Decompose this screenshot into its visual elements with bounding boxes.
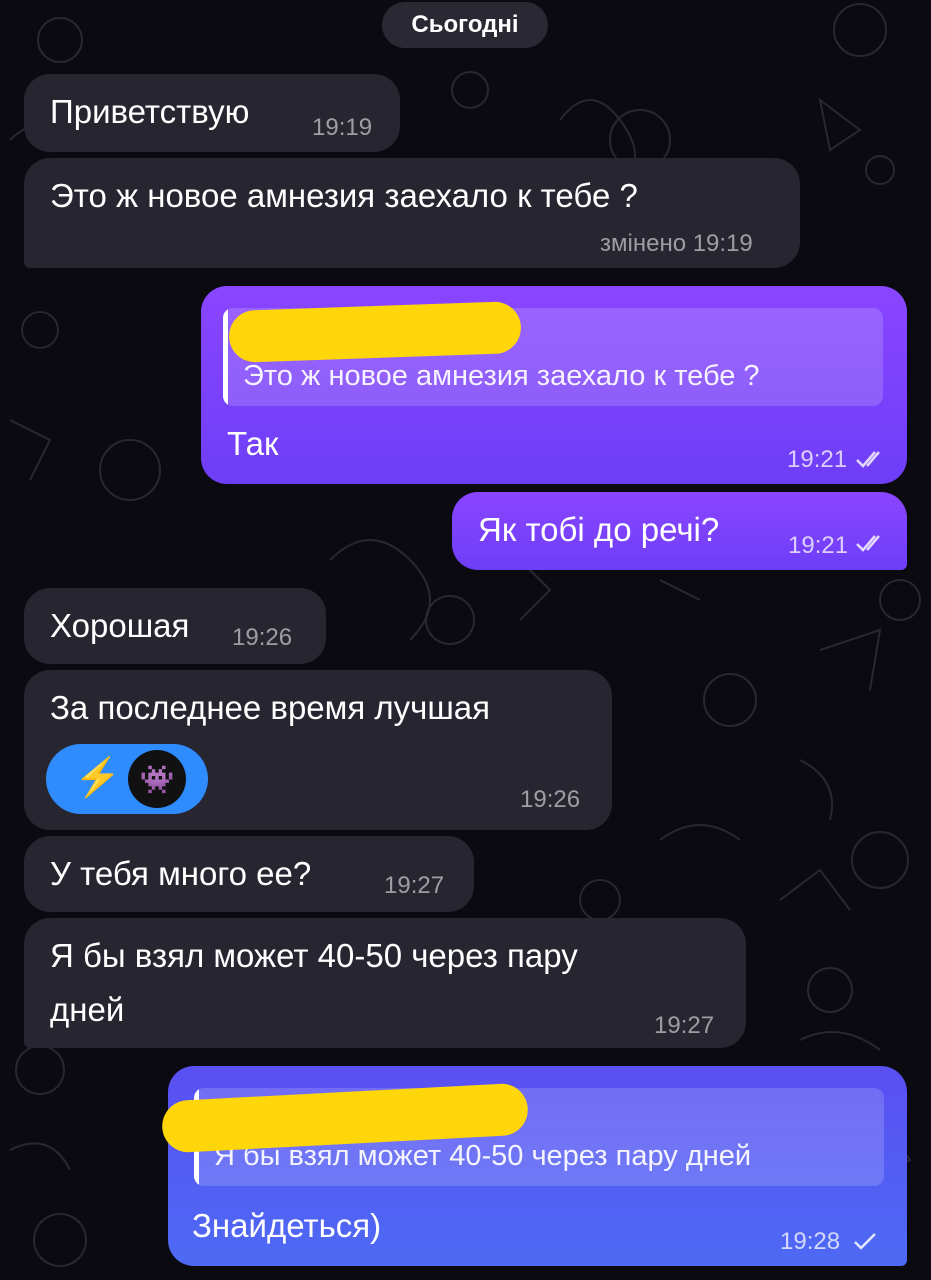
- outgoing-message[interactable]: Это ж новое амнезия заехало к тебе ? Так…: [201, 286, 907, 484]
- double-check-icon: [856, 535, 880, 552]
- message-text: Як тобі до речі?: [478, 511, 720, 548]
- message-text: У тебя много ее?: [50, 855, 312, 892]
- space-invader-icon: 👾: [139, 763, 175, 795]
- message-time: 19:28: [780, 1228, 841, 1255]
- reaction-pill[interactable]: ⚡ 👾: [46, 744, 208, 814]
- single-check-icon: [854, 1233, 876, 1250]
- incoming-message[interactable]: У тебя много ее? 19:27: [24, 836, 474, 912]
- message-edited-time: змінено 19:19: [600, 230, 753, 257]
- message-time: 19:19: [312, 114, 373, 141]
- date-separator: Сьогодні: [382, 2, 548, 48]
- message-text: Это ж новое амнезия заехало к тебе ?: [50, 177, 638, 214]
- message-time: 19:21: [787, 446, 848, 473]
- lightning-icon: ⚡: [74, 757, 122, 799]
- redaction-mark: [228, 300, 522, 364]
- message-text-line: Я бы взял может 40-50 через пару: [50, 937, 578, 974]
- double-check-icon: [856, 451, 880, 468]
- message-text: Приветствую: [50, 93, 250, 130]
- message-text-line: дней: [50, 991, 125, 1028]
- avatar: 👾: [128, 750, 186, 808]
- message-time: 19:26: [520, 786, 581, 813]
- message-time: 19:21: [788, 532, 849, 559]
- incoming-message[interactable]: Это ж новое амнезия заехало к тебе ? змі…: [24, 158, 800, 268]
- incoming-message[interactable]: Я бы взял может 40-50 через пару дней 19…: [24, 918, 746, 1048]
- incoming-message[interactable]: Приветствую 19:19: [24, 74, 400, 152]
- message-time: 19:27: [384, 872, 445, 899]
- message-time: 19:26: [232, 624, 293, 651]
- message-text: За последнее время лучшая: [50, 689, 491, 726]
- outgoing-message[interactable]: Я бы взял может 40-50 через пару дней Зн…: [160, 1066, 907, 1266]
- message-text: Знайдеться): [192, 1207, 382, 1244]
- reply-bar: [223, 308, 228, 406]
- incoming-message[interactable]: Хорошая 19:26: [24, 588, 326, 664]
- message-text: Хорошая: [50, 607, 190, 644]
- outgoing-message[interactable]: Як тобі до речі? 19:21: [452, 492, 907, 570]
- message-time: 19:27: [654, 1012, 715, 1039]
- message-text: Так: [227, 425, 279, 462]
- reply-quote-text: Это ж новое амнезия заехало к тебе ?: [243, 360, 760, 392]
